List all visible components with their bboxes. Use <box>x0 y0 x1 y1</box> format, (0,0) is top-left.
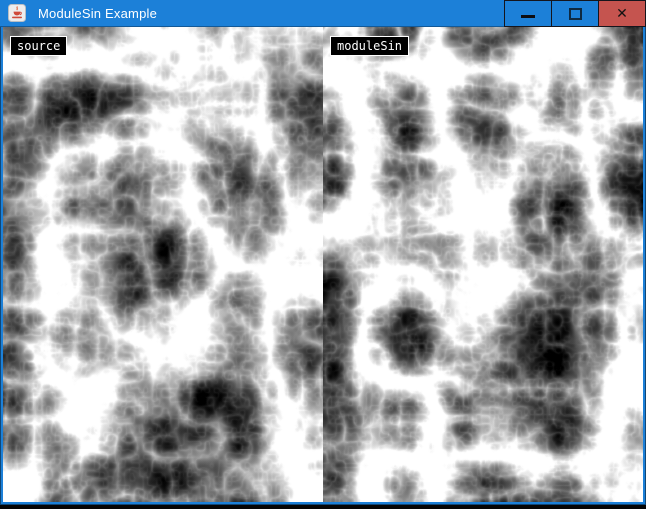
panel-label-source: source <box>10 36 67 56</box>
app-window: ModuleSin Example ✕ source moduleSin <box>0 0 646 505</box>
minimize-icon <box>521 15 535 18</box>
panel-modulesin: moduleSin <box>323 27 643 502</box>
close-icon: ✕ <box>616 7 628 21</box>
window-title: ModuleSin Example <box>38 6 157 21</box>
content-area: source moduleSin <box>3 27 643 502</box>
close-button[interactable]: ✕ <box>598 0 646 27</box>
minimize-button[interactable] <box>504 0 552 27</box>
maximize-button[interactable] <box>551 0 599 27</box>
java-coffee-cup-icon <box>8 4 26 22</box>
source-noise-canvas <box>3 27 323 502</box>
modulesin-noise-canvas <box>323 27 643 502</box>
titlebar[interactable]: ModuleSin Example ✕ <box>0 0 646 27</box>
panel-source: source <box>3 27 323 502</box>
window-controls: ✕ <box>505 0 646 27</box>
maximize-icon <box>569 8 582 20</box>
panel-label-modulesin: moduleSin <box>330 36 409 56</box>
